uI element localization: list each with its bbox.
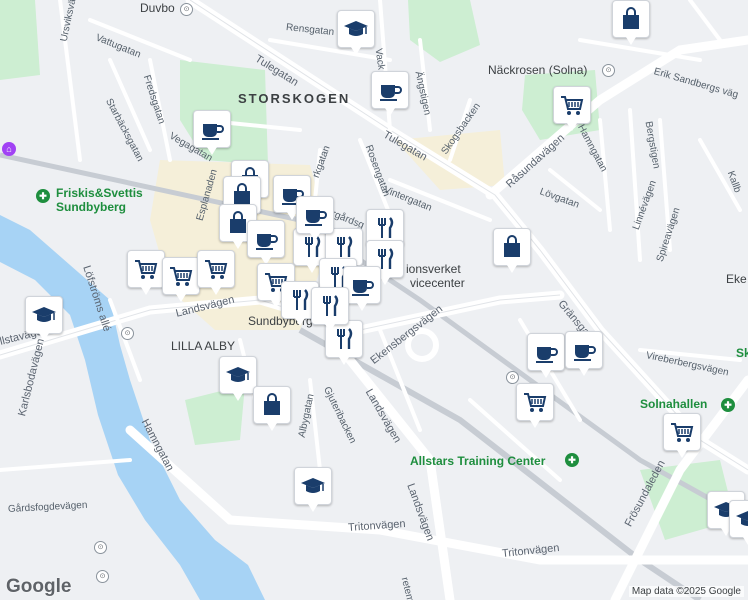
fitness-poi-icon[interactable]: ✚ bbox=[721, 398, 735, 412]
bus-stop-icon[interactable]: ⊙ bbox=[121, 327, 134, 340]
transit-icon[interactable]: ⊙ bbox=[602, 64, 615, 77]
map-attribution[interactable]: Map data ©2025 Google bbox=[628, 586, 744, 597]
restaurant-icon bbox=[371, 214, 399, 242]
cafe-marker[interactable] bbox=[193, 110, 231, 155]
cafe-icon bbox=[252, 225, 280, 253]
shopping-cart-icon bbox=[521, 388, 549, 416]
transit-icon[interactable]: ⊙ bbox=[180, 3, 193, 16]
cafe-icon bbox=[570, 336, 598, 364]
restaurant-icon bbox=[330, 233, 358, 261]
shopping-bag-marker[interactable] bbox=[493, 228, 531, 273]
place-eke: Eke bbox=[726, 272, 747, 286]
poi-sk[interactable]: Sk bbox=[736, 346, 748, 360]
shopping-cart-marker[interactable] bbox=[663, 413, 701, 458]
cafe-icon bbox=[198, 115, 226, 143]
school-marker[interactable] bbox=[25, 296, 63, 341]
school-icon bbox=[224, 361, 252, 389]
shopping-cart-marker[interactable] bbox=[162, 257, 200, 302]
fitness-poi-icon[interactable]: ✚ bbox=[36, 189, 50, 203]
school-marker[interactable] bbox=[294, 467, 332, 512]
cafe-marker[interactable] bbox=[296, 196, 334, 241]
restaurant-marker[interactable] bbox=[311, 287, 349, 332]
poi-allstars[interactable]: Allstars Training Center bbox=[410, 454, 545, 468]
fitness-poi-icon[interactable]: ✚ bbox=[565, 453, 579, 467]
shopping-cart-icon bbox=[558, 91, 586, 119]
museum-poi-icon[interactable]: ⌂ bbox=[2, 142, 16, 156]
shopping-cart-icon bbox=[202, 255, 230, 283]
school-icon bbox=[734, 505, 748, 533]
place-nackrosen: Näckrosen (Solna) bbox=[488, 63, 588, 77]
shopping-cart-icon bbox=[668, 418, 696, 446]
google-logo: Google bbox=[6, 576, 72, 597]
district-storskogen: STORSKOGEN bbox=[238, 91, 351, 106]
cafe-marker[interactable] bbox=[371, 71, 409, 116]
shopping-cart-marker[interactable] bbox=[553, 86, 591, 131]
shopping-cart-icon bbox=[132, 255, 160, 283]
place-duvbo: Duvbo bbox=[140, 1, 175, 15]
place-servicecenter-line1: ionsverket bbox=[406, 262, 461, 276]
district-lilla-alby: LILLA ALBY bbox=[171, 339, 236, 353]
school-marker[interactable] bbox=[337, 10, 375, 55]
shopping-cart-marker[interactable] bbox=[197, 250, 235, 295]
cafe-marker[interactable] bbox=[565, 331, 603, 376]
school-icon bbox=[342, 15, 370, 43]
map-canvas[interactable]: STORSKOGEN LILLA ALBY Duvbo ⊙ Näckrosen … bbox=[0, 0, 748, 600]
shopping-bag-icon bbox=[498, 233, 526, 261]
bus-stop-icon[interactable]: ⊙ bbox=[506, 371, 519, 384]
shopping-bag-icon bbox=[617, 5, 645, 33]
cafe-icon bbox=[301, 201, 329, 229]
school-marker[interactable] bbox=[219, 356, 257, 401]
poi-friskis-line2[interactable]: Sundbyberg bbox=[56, 200, 126, 214]
poi-solnahallen[interactable]: Solnahallen bbox=[640, 397, 707, 411]
shopping-bag-marker[interactable] bbox=[253, 386, 291, 431]
cafe-icon bbox=[348, 271, 376, 299]
bus-stop-icon[interactable]: ⊙ bbox=[94, 541, 107, 554]
restaurant-icon bbox=[286, 286, 314, 314]
bus-stop-icon[interactable]: ⊙ bbox=[96, 570, 109, 583]
school-icon bbox=[299, 472, 327, 500]
place-servicecenter-line2: vicecenter bbox=[410, 276, 465, 290]
cafe-marker[interactable] bbox=[247, 220, 285, 265]
restaurant-icon bbox=[316, 292, 344, 320]
poi-friskis-line1[interactable]: Friskis&Svettis bbox=[56, 186, 143, 200]
school-icon bbox=[30, 301, 58, 329]
school-marker[interactable] bbox=[729, 500, 748, 545]
shopping-cart-marker[interactable] bbox=[127, 250, 165, 295]
shopping-cart-icon bbox=[167, 262, 195, 290]
shopping-cart-marker[interactable] bbox=[516, 383, 554, 428]
cafe-icon bbox=[532, 338, 560, 366]
shopping-bag-marker[interactable] bbox=[612, 0, 650, 45]
cafe-icon bbox=[376, 76, 404, 104]
cafe-marker[interactable] bbox=[527, 333, 565, 378]
shopping-bag-icon bbox=[258, 391, 286, 419]
